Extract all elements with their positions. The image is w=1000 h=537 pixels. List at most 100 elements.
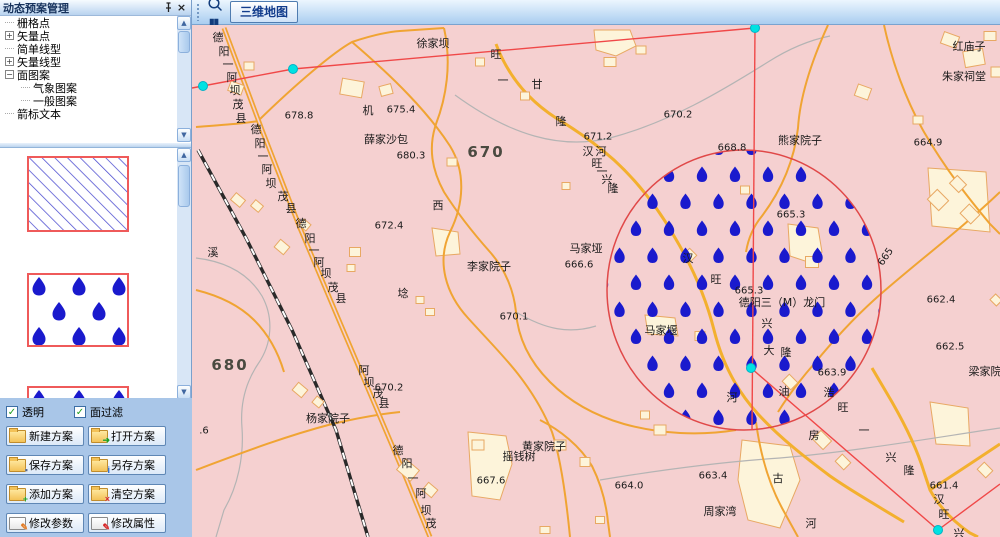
map-label: 662.4 <box>927 295 956 306</box>
map-label: 浩 <box>824 384 835 400</box>
pattern-scrollbar[interactable]: ▲ ▼ <box>177 148 191 399</box>
tree-scroll-thumb[interactable] <box>178 31 190 53</box>
plan-actions-panel: ✓透明✓面过滤 新建方案➜打开方案▪保存方案i另存方案+添加方案×清空方案✎修改… <box>0 398 192 537</box>
map-label: 坝 <box>364 374 375 390</box>
map-label: 阿 <box>416 485 427 501</box>
map-label: 一 <box>258 148 269 164</box>
checkbox-icon[interactable]: ✓ <box>74 406 86 418</box>
map-label: 埝 <box>398 285 409 301</box>
map-label: 兴 <box>762 315 773 331</box>
map-label: 680.3 <box>397 151 426 162</box>
map-label: 周家湾 <box>704 503 737 519</box>
tree-item-气象图案[interactable]: 气象图案 <box>0 81 191 94</box>
clear-plan-icon: × <box>91 488 108 501</box>
map-label: 溪 <box>208 244 219 260</box>
map-label: 茂 <box>233 96 244 112</box>
collapse-minus-icon[interactable]: − <box>5 70 14 79</box>
map-label: 旺 <box>838 399 849 415</box>
map-label: 大 <box>764 342 775 358</box>
map-label: 河 <box>806 515 817 531</box>
清空方案-button[interactable]: ×清空方案 <box>88 484 166 504</box>
map-label: 梁家院 <box>969 363 1000 379</box>
tree-item-箭标文本[interactable]: 箭标文本 <box>0 107 191 120</box>
pin-icon[interactable] <box>162 1 175 14</box>
保存方案-button[interactable]: ▪保存方案 <box>6 455 84 475</box>
map-label: 黄家院子 <box>522 438 566 454</box>
expand-plus-icon[interactable]: + <box>5 31 14 40</box>
tree-connector <box>5 48 14 49</box>
plan-button-label: 打开方案 <box>111 428 155 444</box>
scroll-up-icon[interactable]: ▲ <box>177 16 191 30</box>
scroll-up-icon[interactable]: ▲ <box>177 148 191 162</box>
map-label: 671.2 <box>584 132 613 143</box>
map-label: 阿 <box>227 69 238 85</box>
map-label: 阿 <box>262 161 273 177</box>
修改属性-button[interactable]: ✎修改属性 <box>88 513 166 533</box>
map-label: 古 <box>773 470 784 486</box>
另存方案-button[interactable]: i另存方案 <box>88 455 166 475</box>
scroll-down-icon[interactable]: ▼ <box>177 128 191 142</box>
map-label: 663.4 <box>699 471 728 482</box>
scroll-down-icon[interactable]: ▼ <box>177 385 191 399</box>
map-label: 朱家祠堂 <box>942 68 986 84</box>
close-icon[interactable]: × <box>175 1 188 14</box>
app-window: 动态预案管理 × ▲ ▼ 栅格点+矢量点简单线型+矢量线型−面图案气象图案一般图… <box>0 0 1000 537</box>
map-label: 兴 <box>886 449 897 465</box>
tree-connector <box>5 113 14 114</box>
map-label: 德 <box>213 29 224 45</box>
checkbox-icon[interactable]: ✓ <box>6 406 18 418</box>
map-label: 茂 <box>373 385 384 401</box>
map-label: 德阳三（M）龙门 <box>739 294 826 310</box>
map-label: 旺 <box>711 271 722 287</box>
map-label: 摇钱树 <box>503 448 536 464</box>
plan-button-label: 另存方案 <box>111 457 155 473</box>
map-label: 薛家沙包 <box>364 131 408 147</box>
new-plan-icon <box>9 430 26 443</box>
map-label: .6 <box>199 426 209 437</box>
修改参数-button[interactable]: ✎修改参数 <box>6 513 84 533</box>
map-label: 徐家坝 <box>417 35 450 51</box>
map-label: 李家院子 <box>467 258 511 274</box>
map-label: 662.5 <box>936 342 965 353</box>
map-label: 旺 <box>939 506 950 522</box>
tree-scrollbar[interactable]: ▲ ▼ <box>177 16 191 142</box>
map-label: 汉 <box>583 143 594 159</box>
map-label: 马家堰 <box>645 322 678 338</box>
map-label: 坝 <box>421 502 432 518</box>
filter-row: ✓ 透明 ✓ 面过滤 <box>6 404 188 420</box>
expand-plus-icon[interactable]: + <box>5 57 14 66</box>
添加方案-button[interactable]: +添加方案 <box>6 484 84 504</box>
filter-面过滤[interactable]: ✓ 面过滤 <box>74 404 123 420</box>
tree-item-label: 箭标文本 <box>17 106 61 122</box>
map-label: 阳 <box>219 43 230 59</box>
map-label: 一 <box>309 242 320 258</box>
map-label: 隆 <box>904 462 915 478</box>
map-label-layer: 徐家坝德阳一阿坝茂县德阳一阿坝茂县德阳一阿坝茂县阿坝茂县德阳一阿坝茂旺一甘隆67… <box>192 25 1000 537</box>
filter-label: 透明 <box>22 404 44 420</box>
tree-connector <box>5 22 14 23</box>
map-label: 隆 <box>781 344 792 360</box>
map-label: 熊家院子 <box>778 132 822 148</box>
map-label: 670.2 <box>375 383 404 394</box>
diagonal-hatch-swatch[interactable] <box>27 156 129 232</box>
edit-params-icon: ✎ <box>9 517 26 530</box>
map-canvas[interactable]: 徐家坝德阳一阿坝茂县德阳一阿坝茂县德阳一阿坝茂县阿坝茂县德阳一阿坝茂旺一甘隆67… <box>192 25 1000 537</box>
map-label: 河 <box>727 389 738 405</box>
map-label: 旺 <box>491 46 502 62</box>
previous-extent-tool[interactable] <box>202 0 225 14</box>
新建方案-button[interactable]: 新建方案 <box>6 426 84 446</box>
pattern-scroll-thumb[interactable] <box>178 165 190 207</box>
filter-透明[interactable]: ✓ 透明 <box>6 404 44 420</box>
map-3d-button[interactable]: 三维地图 <box>230 1 298 23</box>
map-label: 县 <box>236 110 247 126</box>
map-label: 茂 <box>426 515 437 531</box>
toolbar-grip[interactable] <box>196 3 200 21</box>
tree-item-面图案[interactable]: −面图案 <box>0 68 191 81</box>
map-label: 坝 <box>321 265 332 281</box>
filter-label: 面过滤 <box>90 404 123 420</box>
raindrop-swatch[interactable] <box>27 273 129 347</box>
map-label: 661.4 <box>930 481 959 492</box>
map-label: 一 <box>223 56 234 72</box>
打开方案-button[interactable]: ➜打开方案 <box>88 426 166 446</box>
edit-props-icon: ✎ <box>91 517 108 530</box>
